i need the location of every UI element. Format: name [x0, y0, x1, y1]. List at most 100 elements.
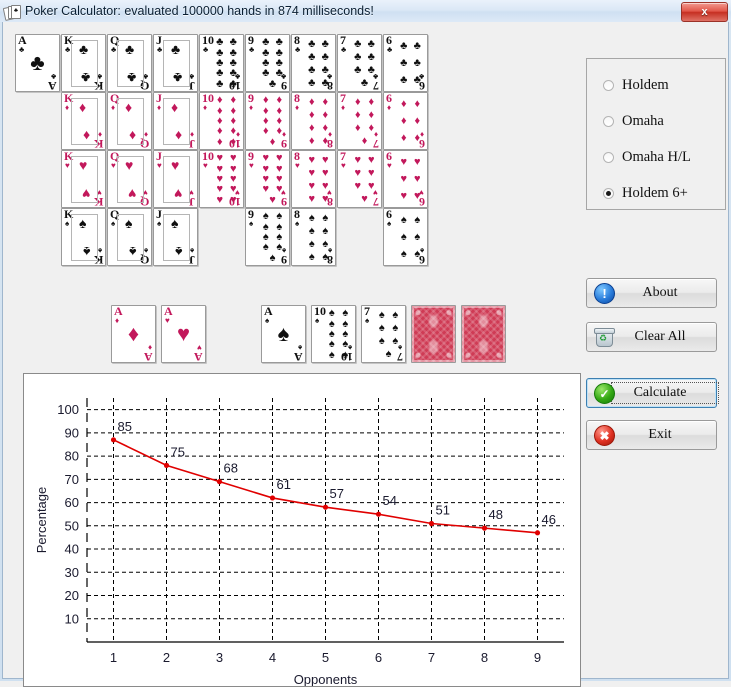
card-Q-spades[interactable]: Q ♠ Q ♠ ♠ ♠	[107, 208, 152, 266]
card-cell[interactable]: J ♠ J ♠ ♠ ♠	[153, 208, 198, 266]
card-cell[interactable]: 9 ♦ 9 ♦ ♦ ♦ ♦ ♦ ♦ ♦ ♦ ♦ ♦	[245, 92, 290, 150]
card-7-hearts[interactable]: 7 ♥ 7 ♥ ♥ ♥ ♥ ♥ ♥ ♥ ♥	[337, 150, 382, 208]
data-point-marker	[534, 530, 541, 536]
radio-indicator[interactable]	[603, 188, 614, 199]
hole-cards-area[interactable]: A ♦ A ♦ ♦ A ♥ A ♥ ♥	[111, 305, 211, 363]
card-J-hearts[interactable]: J ♥ J ♥ ♥ ♥	[153, 150, 198, 208]
radio-holdem-6[interactable]: Holdem 6+	[603, 185, 688, 202]
card-Q-clubs[interactable]: Q ♣ Q ♣ ♣ ♣	[107, 34, 152, 92]
card-6-diamonds[interactable]: 6 ♦ 6 ♦ ♦ ♦ ♦ ♦ ♦ ♦	[383, 92, 428, 150]
card-9-spades[interactable]: 9 ♠ 9 ♠ ♠ ♠ ♠ ♠ ♠ ♠ ♠ ♠ ♠	[245, 208, 290, 266]
card-A-spades[interactable]: A ♠ A ♠ ♠	[261, 305, 306, 363]
card-cell[interactable]: 6 ♣ 6 ♣ ♣ ♣ ♣ ♣ ♣ ♣	[383, 34, 428, 92]
card-cell[interactable]: 6 ♦ 6 ♦ ♦ ♦ ♦ ♦ ♦ ♦	[383, 92, 428, 150]
data-point-marker	[216, 479, 223, 485]
card-7-diamonds[interactable]: 7 ♦ 7 ♦ ♦ ♦ ♦ ♦ ♦ ♦ ♦	[337, 92, 382, 150]
card-7-spades[interactable]: 7 ♠ 7 ♠ ♠ ♠ ♠ ♠ ♠ ♠ ♠	[361, 305, 406, 363]
card-6-hearts[interactable]: 6 ♥ 6 ♥ ♥ ♥ ♥ ♥ ♥ ♥	[383, 150, 428, 208]
card-8-clubs[interactable]: 8 ♣ 8 ♣ ♣ ♣ ♣ ♣ ♣ ♣ ♣ ♣	[291, 34, 336, 92]
card-9-hearts[interactable]: 9 ♥ 9 ♥ ♥ ♥ ♥ ♥ ♥ ♥ ♥ ♥ ♥	[245, 150, 290, 208]
radio-indicator[interactable]	[603, 152, 614, 163]
radio-holdem[interactable]: Holdem	[603, 77, 669, 94]
card-cell[interactable]: K ♥ K ♥ ♥ ♥	[61, 150, 106, 208]
card-selection-grid[interactable]: A ♣ A ♣ ♣ K ♣ K ♣ ♣ ♣ Q ♣ Q ♣ ♣ ♣ J ♣ J ♣ ♣ ♣ 10 ♣ 10 ♣ ♣ ♣ ♣ ♣ ♣ ♣ ♣ ♣ ♣ ♣ 9…	[15, 34, 429, 266]
card-Q-hearts[interactable]: Q ♥ Q ♥ ♥ ♥	[107, 150, 152, 208]
card-7-clubs[interactable]: 7 ♣ 7 ♣ ♣ ♣ ♣ ♣ ♣ ♣ ♣	[337, 34, 382, 92]
card-A-clubs[interactable]: A ♣ A ♣ ♣	[15, 34, 60, 92]
card-A-diamonds[interactable]: A ♦ A ♦ ♦	[111, 305, 156, 363]
card-cell[interactable]: 7 ♥ 7 ♥ ♥ ♥ ♥ ♥ ♥ ♥ ♥	[337, 150, 382, 208]
card-J-spades[interactable]: J ♠ J ♠ ♠ ♠	[153, 208, 198, 266]
card-6-clubs[interactable]: 6 ♣ 6 ♣ ♣ ♣ ♣ ♣ ♣ ♣	[383, 34, 428, 92]
card-9-clubs[interactable]: 9 ♣ 9 ♣ ♣ ♣ ♣ ♣ ♣ ♣ ♣ ♣ ♣	[245, 34, 290, 92]
card-cell[interactable]: J ♦ J ♦ ♦ ♦	[153, 92, 198, 150]
card-J-diamonds[interactable]: J ♦ J ♦ ♦ ♦	[153, 92, 198, 150]
radio-omaha[interactable]: Omaha	[603, 113, 664, 130]
card-10-diamonds[interactable]: 10 ♦ 10 ♦ ♦ ♦ ♦ ♦ ♦ ♦ ♦ ♦ ♦ ♦	[199, 92, 244, 150]
card-cell[interactable]: J ♥ J ♥ ♥ ♥	[153, 150, 198, 208]
card-8-hearts[interactable]: 8 ♥ 8 ♥ ♥ ♥ ♥ ♥ ♥ ♥ ♥ ♥	[291, 150, 336, 208]
card-cell[interactable]: A ♣ A ♣ ♣	[15, 34, 60, 92]
card-cell[interactable]: 9 ♥ 9 ♥ ♥ ♥ ♥ ♥ ♥ ♥ ♥ ♥ ♥	[245, 150, 290, 208]
card-cell[interactable]: 10 ♦ 10 ♦ ♦ ♦ ♦ ♦ ♦ ♦ ♦ ♦ ♦ ♦	[199, 92, 244, 150]
card-back[interactable]	[461, 305, 506, 363]
card-cell[interactable]: Q ♣ Q ♣ ♣ ♣	[107, 34, 152, 92]
card-cell[interactable]: 9 ♣ 9 ♣ ♣ ♣ ♣ ♣ ♣ ♣ ♣ ♣ ♣	[245, 34, 290, 92]
board-card-5[interactable]	[461, 305, 506, 363]
card-back[interactable]	[411, 305, 456, 363]
board-cards-area[interactable]: A ♠ A ♠ ♠ 10 ♠ 10 ♠ ♠ ♠ ♠ ♠ ♠ ♠ ♠ ♠ ♠ ♠ 7 ♠ 7 ♠ ♠ ♠ ♠ ♠ ♠ ♠ ♠	[261, 305, 521, 363]
radio-indicator[interactable]	[603, 116, 614, 127]
card-10-clubs[interactable]: 10 ♣ 10 ♣ ♣ ♣ ♣ ♣ ♣ ♣ ♣ ♣ ♣ ♣	[199, 34, 244, 92]
card-cell[interactable]: 7 ♦ 7 ♦ ♦ ♦ ♦ ♦ ♦ ♦ ♦	[337, 92, 382, 150]
card-K-clubs[interactable]: K ♣ K ♣ ♣ ♣	[61, 34, 106, 92]
card-8-diamonds[interactable]: 8 ♦ 8 ♦ ♦ ♦ ♦ ♦ ♦ ♦ ♦ ♦	[291, 92, 336, 150]
board-card-4[interactable]	[411, 305, 456, 363]
hole-card-1[interactable]: A ♦ A ♦ ♦	[111, 305, 156, 363]
close-window-button[interactable]: x	[681, 2, 728, 22]
radio-omaha-h-l[interactable]: Omaha H/L	[603, 149, 691, 166]
calculate-button[interactable]: ✓ Calculate	[586, 378, 719, 408]
clear-all-button[interactable]: ♻ Clear All	[586, 322, 717, 352]
card-K-spades[interactable]: K ♠ K ♠ ♠ ♠	[61, 208, 106, 266]
x-tick-label: 2	[163, 650, 170, 665]
board-card-3[interactable]: 7 ♠ 7 ♠ ♠ ♠ ♠ ♠ ♠ ♠ ♠	[361, 305, 406, 363]
board-card-1[interactable]: A ♠ A ♠ ♠	[261, 305, 306, 363]
card-10-spades[interactable]: 10 ♠ 10 ♠ ♠ ♠ ♠ ♠ ♠ ♠ ♠ ♠ ♠ ♠	[311, 305, 356, 363]
card-cell[interactable]: 8 ♣ 8 ♣ ♣ ♣ ♣ ♣ ♣ ♣ ♣ ♣	[291, 34, 336, 92]
about-button[interactable]: ! About	[586, 278, 717, 308]
card-cell[interactable]: 8 ♦ 8 ♦ ♦ ♦ ♦ ♦ ♦ ♦ ♦ ♦	[291, 92, 336, 150]
card-cell[interactable]: 8 ♠ 8 ♠ ♠ ♠ ♠ ♠ ♠ ♠ ♠ ♠	[291, 208, 336, 266]
card-Q-diamonds[interactable]: Q ♦ Q ♦ ♦ ♦	[107, 92, 152, 150]
card-cell[interactable]: J ♣ J ♣ ♣ ♣	[153, 34, 198, 92]
card-6-spades[interactable]: 6 ♠ 6 ♠ ♠ ♠ ♠ ♠ ♠ ♠	[383, 208, 428, 266]
card-K-diamonds[interactable]: K ♦ K ♦ ♦ ♦	[61, 92, 106, 150]
percentage-vs-opponents-chart: 10 20 30 40 50 60 70 80 90 100 1 2 3 4 5 6 7 8 9 Opponents P…	[34, 398, 564, 686]
card-cell[interactable]: Q ♠ Q ♠ ♠ ♠	[107, 208, 152, 266]
card-cell[interactable]: K ♣ K ♣ ♣ ♣	[61, 34, 106, 92]
card-cell[interactable]: Q ♥ Q ♥ ♥ ♥	[107, 150, 152, 208]
radio-indicator[interactable]	[603, 80, 614, 91]
card-10-hearts[interactable]: 10 ♥ 10 ♥ ♥ ♥ ♥ ♥ ♥ ♥ ♥ ♥ ♥ ♥	[199, 150, 244, 208]
card-A-hearts[interactable]: A ♥ A ♥ ♥	[161, 305, 206, 363]
card-cell[interactable]: K ♦ K ♦ ♦ ♦	[61, 92, 106, 150]
card-cell[interactable]: K ♠ K ♠ ♠ ♠	[61, 208, 106, 266]
card-8-spades[interactable]: 8 ♠ 8 ♠ ♠ ♠ ♠ ♠ ♠ ♠ ♠ ♠	[291, 208, 336, 266]
card-cell[interactable]: Q ♦ Q ♦ ♦ ♦	[107, 92, 152, 150]
results-chart-panel: 10 20 30 40 50 60 70 80 90 100 1 2 3 4 5 6 7 8 9 Opponents P…	[23, 373, 581, 687]
y-tick-label: 100	[57, 402, 79, 417]
game-mode-radio-group[interactable]: Holdem Omaha Omaha H/L Holdem 6+	[586, 58, 726, 210]
card-cell[interactable]: 8 ♥ 8 ♥ ♥ ♥ ♥ ♥ ♥ ♥ ♥ ♥	[291, 150, 336, 208]
data-point-marker	[428, 520, 435, 527]
card-K-hearts[interactable]: K ♥ K ♥ ♥ ♥	[61, 150, 106, 208]
card-J-clubs[interactable]: J ♣ J ♣ ♣ ♣	[153, 34, 198, 92]
card-cell[interactable]: 10 ♥ 10 ♥ ♥ ♥ ♥ ♥ ♥ ♥ ♥ ♥ ♥ ♥	[199, 150, 244, 208]
card-cell[interactable]: 10 ♣ 10 ♣ ♣ ♣ ♣ ♣ ♣ ♣ ♣ ♣ ♣ ♣	[199, 34, 244, 92]
board-card-2[interactable]: 10 ♠ 10 ♠ ♠ ♠ ♠ ♠ ♠ ♠ ♠ ♠ ♠ ♠	[311, 305, 356, 363]
card-cell[interactable]: 9 ♠ 9 ♠ ♠ ♠ ♠ ♠ ♠ ♠ ♠ ♠ ♠	[245, 208, 290, 266]
card-9-diamonds[interactable]: 9 ♦ 9 ♦ ♦ ♦ ♦ ♦ ♦ ♦ ♦ ♦ ♦	[245, 92, 290, 150]
card-cell[interactable]: 7 ♣ 7 ♣ ♣ ♣ ♣ ♣ ♣ ♣ ♣	[337, 34, 382, 92]
card-cell[interactable]: 6 ♠ 6 ♠ ♠ ♠ ♠ ♠ ♠ ♠	[383, 208, 428, 266]
card-cell[interactable]: 6 ♥ 6 ♥ ♥ ♥ ♥ ♥ ♥ ♥	[383, 150, 428, 208]
exit-button[interactable]: ✖ Exit	[586, 420, 717, 450]
hole-card-2[interactable]: A ♥ A ♥ ♥	[161, 305, 206, 363]
